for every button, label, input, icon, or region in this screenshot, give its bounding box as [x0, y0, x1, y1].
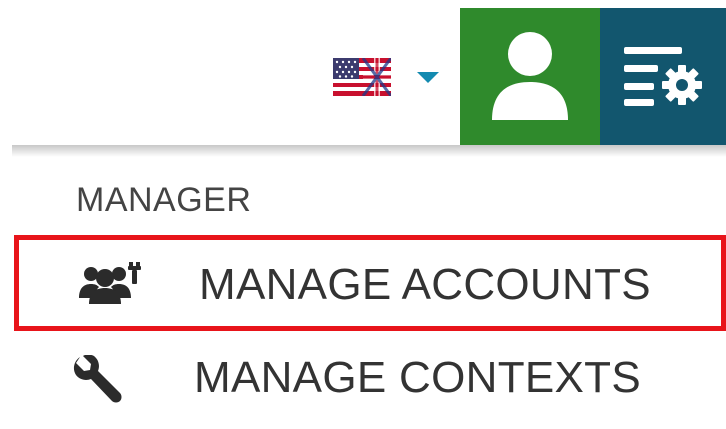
top-bar: [0, 0, 726, 145]
caret-down-icon[interactable]: [417, 72, 439, 83]
settings-menu-icon: [624, 47, 702, 106]
menu-item-label: MANAGE CONTEXTS: [194, 353, 641, 402]
wrench-icon: [73, 355, 122, 403]
language-selector[interactable]: [333, 56, 451, 100]
settings-menu-button[interactable]: [600, 8, 726, 145]
top-bar-shadow: [12, 145, 726, 157]
user-profile-button[interactable]: [460, 8, 600, 145]
flag-icon: [333, 58, 391, 96]
menu-section-title: MANAGER: [76, 181, 252, 219]
manager-menu: MANAGER MANAGE ACCOUNTS MANAGE CONTEXTS: [0, 157, 726, 407]
menu-item-manage-accounts[interactable]: MANAGE ACCOUNTS: [14, 235, 726, 331]
menu-item-label: MANAGE ACCOUNTS: [199, 260, 651, 309]
menu-item-manage-contexts[interactable]: MANAGE CONTEXTS: [14, 333, 726, 429]
users-settings-icon: [79, 262, 141, 304]
user-icon: [492, 32, 568, 120]
